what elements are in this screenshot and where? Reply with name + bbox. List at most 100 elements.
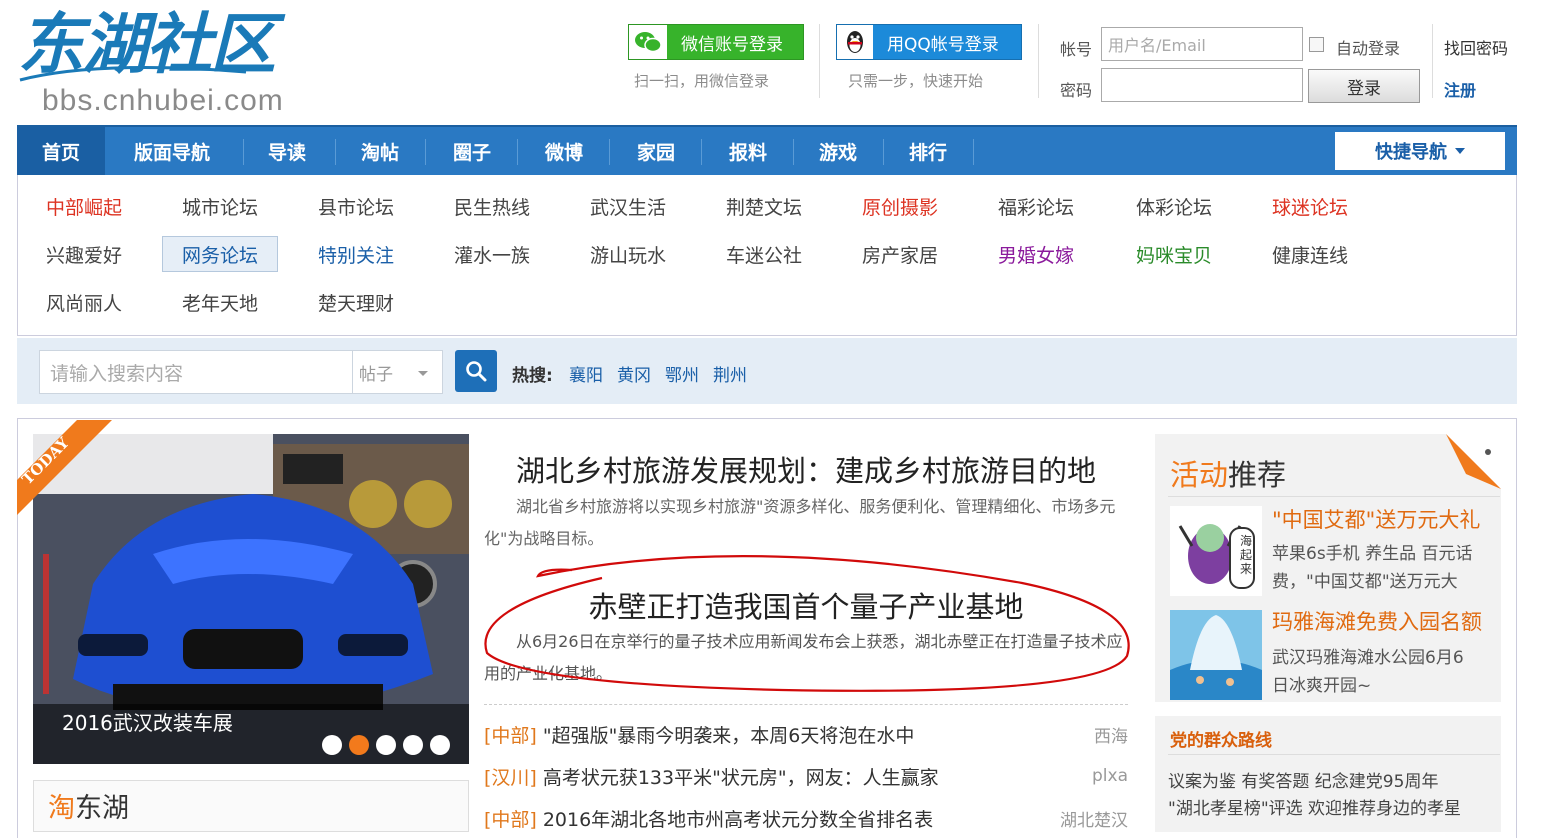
news-author[interactable]: 湖北楚汉 (1060, 806, 1128, 831)
wechat-login-button[interactable]: 微信账号登录 (628, 24, 804, 60)
slide-dot[interactable] (403, 735, 423, 755)
qq-login-button[interactable]: 用QQ帐号登录 (836, 24, 1022, 60)
forum-link[interactable]: 灌水一族 (434, 236, 550, 272)
party-panel-title[interactable]: 党的群众路线 (1170, 726, 1272, 751)
slide-dot[interactable] (430, 735, 450, 755)
nav-circle[interactable]: 圈子 (429, 127, 515, 175)
activity-title[interactable]: "中国艾都"送万元大礼 (1272, 504, 1480, 534)
party-link-line[interactable]: "湖北孝星榜"评选 欢迎推荐身边的孝星 (1168, 794, 1461, 819)
nav-report[interactable]: 报料 (705, 127, 791, 175)
slide-dot-active[interactable] (349, 735, 369, 755)
nav-ranking[interactable]: 排行 (887, 127, 969, 175)
search-type-select[interactable]: 帖子 (352, 350, 443, 394)
activity-desc: 日冰爽开园~ (1272, 676, 1372, 696)
main-nav: 首页 版面导航 导读 淘帖 圈子 微博 家园 报料 游戏 排行 (17, 125, 1517, 175)
forum-link[interactable]: 原创摄影 (842, 188, 958, 224)
forum-link[interactable]: 福彩论坛 (978, 188, 1094, 224)
news-category[interactable]: [中部] (484, 805, 537, 832)
logo-swoosh-icon (19, 66, 247, 82)
forum-link[interactable]: 老年天地 (162, 284, 278, 320)
nav-home-space[interactable]: 家园 (613, 127, 699, 175)
nav-guide-read[interactable]: 导读 (247, 127, 327, 175)
activity-desc: 费，"中国艾都"送万元大 (1272, 572, 1458, 592)
nav-divider (793, 139, 794, 165)
nav-divider (425, 139, 426, 165)
forum-link[interactable]: 特别关注 (298, 236, 414, 272)
forum-link-selected[interactable]: 网务论坛 (162, 236, 278, 272)
hot-keyword[interactable]: 鄂州 (665, 361, 699, 386)
activity-desc: 武汉玛雅海滩水公园6月6 (1272, 648, 1464, 668)
nav-board-guide[interactable]: 版面导航 (113, 127, 231, 175)
forum-link[interactable]: 兴趣爱好 (26, 236, 142, 272)
news-author[interactable]: plxa (1092, 766, 1128, 786)
slide-dot[interactable] (322, 735, 342, 755)
chevron-down-icon (1455, 148, 1465, 154)
divider (1168, 496, 1500, 497)
corner-fold-icon (1446, 434, 1501, 489)
search-type-value: 帖子 (359, 364, 393, 385)
hot-keyword[interactable]: 黄冈 (617, 361, 651, 386)
slide-dot[interactable] (376, 735, 396, 755)
forum-link[interactable]: 妈咪宝贝 (1116, 236, 1232, 272)
news-title[interactable]: "超强版"暴雨今明袭来，本周6天将泡在水中 (543, 721, 915, 748)
nav-home[interactable]: 首页 (17, 127, 105, 175)
party-link-line[interactable]: 议案为鉴 有奖答题 纪念建党95周年 (1168, 767, 1438, 792)
forum-link[interactable]: 县市论坛 (298, 188, 414, 224)
nav-games[interactable]: 游戏 (797, 127, 879, 175)
news-item[interactable]: [中部] "超强版"暴雨今明袭来，本周6天将泡在水中 西海 (484, 714, 1128, 754)
divider (1168, 754, 1500, 755)
hot-keyword[interactable]: 襄阳 (569, 361, 603, 386)
red-circle-annotation (484, 555, 1130, 692)
quick-nav-button[interactable]: 快捷导航 (1335, 132, 1505, 170)
password-label: 密码 (1060, 81, 1093, 100)
password-input[interactable] (1101, 68, 1303, 102)
forum-link[interactable]: 游山玩水 (570, 236, 686, 272)
headline-title[interactable]: 湖北乡村旅游发展规划：建成乡村旅游目的地 (484, 448, 1128, 490)
forum-link[interactable]: 体彩论坛 (1116, 188, 1232, 224)
find-password-link[interactable]: 找回密码 (1444, 35, 1508, 59)
news-item[interactable]: [汉川] 高考状元获133平米"状元房"，网友：人生赢家 plxa (484, 756, 1128, 796)
forum-link[interactable]: 荆楚文坛 (706, 188, 822, 224)
slideshow-caption[interactable]: 2016武汉改装车展 (62, 707, 233, 736)
hot-keyword[interactable]: 荆州 (713, 361, 747, 386)
activity-image[interactable] (1170, 610, 1262, 700)
tao-section-title[interactable]: 淘东湖 (48, 786, 129, 825)
forum-link[interactable]: 风尚丽人 (26, 284, 142, 320)
forum-link[interactable]: 球迷论坛 (1252, 188, 1368, 224)
forum-link[interactable]: 男婚女嫁 (978, 236, 1094, 272)
search-button[interactable] (455, 350, 497, 392)
nav-divider (973, 139, 974, 165)
search-input[interactable]: 请输入搜索内容 (39, 350, 353, 394)
wechat-login-label: 微信账号登录 (681, 34, 783, 55)
news-title[interactable]: 高考状元获133平米"状元房"，网友：人生赢家 (543, 763, 939, 790)
qq-penguin-icon (837, 25, 873, 59)
register-link[interactable]: 注册 (1444, 77, 1476, 101)
login-button[interactable]: 登录 (1308, 69, 1420, 103)
nav-tao[interactable]: 淘帖 (339, 127, 421, 175)
news-category[interactable]: [中部] (484, 721, 537, 748)
nav-divider (701, 139, 702, 165)
forum-link[interactable]: 民生热线 (434, 188, 550, 224)
nav-divider (517, 139, 518, 165)
news-category[interactable]: [汉川] (484, 763, 537, 790)
forum-link[interactable]: 城市论坛 (162, 188, 278, 224)
activity-title[interactable]: 玛雅海滩免费入园名额 (1272, 606, 1482, 636)
divider (819, 24, 820, 98)
site-url: bbs.cnhubei.com (42, 84, 284, 117)
auto-login-checkbox[interactable] (1309, 37, 1324, 52)
news-title[interactable]: 2016年湖北各地市州高考状元分数全省排名表 (543, 805, 933, 832)
news-author[interactable]: 西海 (1094, 722, 1128, 747)
wechat-icon (629, 25, 667, 59)
forum-link[interactable]: 楚天理财 (298, 284, 414, 320)
forum-link[interactable]: 房产家居 (842, 236, 958, 272)
forum-link[interactable]: 中部崛起 (26, 188, 142, 224)
divider (484, 704, 1128, 705)
news-item[interactable]: [中部] 2016年湖北各地市州高考状元分数全省排名表 湖北楚汉 (484, 798, 1128, 838)
nav-weibo[interactable]: 微博 (521, 127, 607, 175)
forum-link[interactable]: 车迷公社 (706, 236, 822, 272)
account-input[interactable]: 用户名/Email (1101, 27, 1303, 61)
chevron-down-icon (418, 371, 428, 376)
forum-link[interactable]: 武汉生活 (570, 188, 686, 224)
forum-link[interactable]: 健康连线 (1252, 236, 1368, 272)
nav-divider (243, 139, 244, 165)
